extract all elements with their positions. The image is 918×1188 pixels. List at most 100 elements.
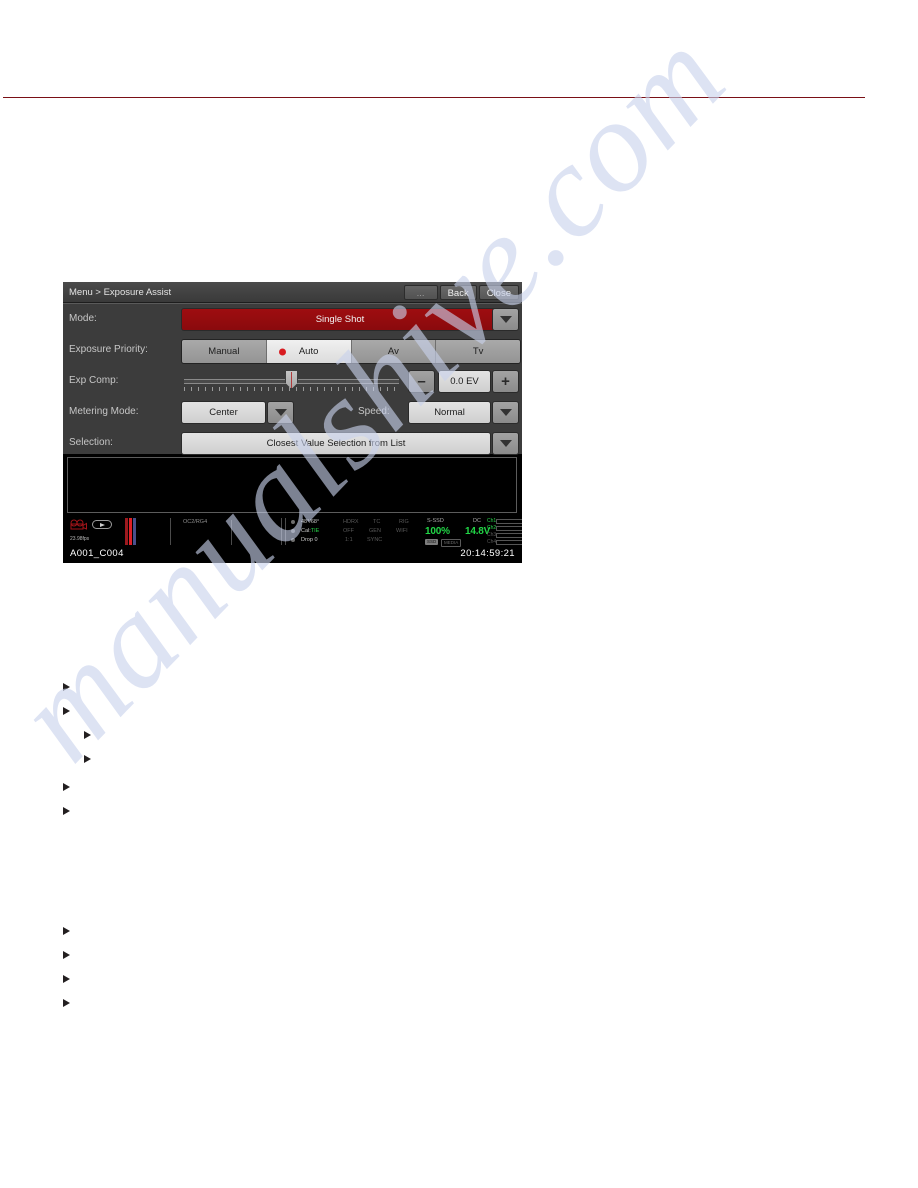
segment-auto-label: Auto — [298, 346, 319, 357]
segment-manual[interactable]: Manual — [182, 340, 267, 363]
audio-ch1-label: Ch1 — [487, 518, 497, 524]
mode-dropdown-button[interactable] — [492, 308, 519, 331]
audio-ch3-label: Ch3 — [487, 532, 497, 538]
indicator-dots — [291, 520, 295, 547]
timecode-label: TC — [373, 519, 381, 525]
segment-auto[interactable]: Auto — [266, 340, 352, 363]
indicator-dot — [291, 520, 295, 524]
row-exposure-priority: Exposure Priority: Manual Auto Av Tv — [63, 335, 522, 366]
speed-value[interactable]: Normal — [408, 401, 491, 424]
fps-value: 23.98fps — [70, 536, 90, 542]
metering-mode-label: Metering Mode: — [69, 406, 139, 417]
shutter-angle: 48°/68° — [301, 519, 320, 525]
audio-meters: Ch1 Ch2 Ch3 Ch4 — [487, 518, 522, 545]
camera-icon — [70, 519, 87, 530]
page-header-rule — [3, 97, 865, 98]
panel-header: Menu > Exposure Assist ... Back Close — [63, 282, 522, 303]
timecode-gen: GEN — [369, 528, 381, 534]
selection-value[interactable]: Closest Value Selection from List — [181, 432, 491, 455]
selection-dropdown-button[interactable] — [492, 432, 519, 455]
speed-label: Speed: — [358, 406, 390, 417]
metering-mode-dropdown-button[interactable] — [267, 401, 294, 424]
chevron-down-icon — [499, 316, 512, 323]
cal-status: Cal:TIE — [301, 528, 320, 535]
bullet-marker-level-1 — [63, 951, 70, 959]
level-bar-red — [125, 518, 128, 545]
bullet-marker-level-2 — [84, 731, 91, 739]
mode-value-button[interactable]: Single Shot — [181, 308, 499, 331]
exposure-priority-label: Exposure Priority: — [69, 344, 148, 355]
status-divider — [231, 520, 232, 545]
media-label: OC2/RG4 — [183, 519, 208, 525]
exposure-assist-panel: Menu > Exposure Assist ... Back Close Mo… — [63, 282, 522, 563]
level-bar-blue — [133, 518, 136, 545]
media-type-label: S-SSD — [427, 518, 444, 524]
exp-comp-value: 0.0 EV — [438, 370, 491, 393]
hdrx-label: HDRX — [343, 519, 359, 525]
speed-dropdown-button[interactable] — [492, 401, 519, 424]
segment-av[interactable]: Av — [351, 340, 437, 363]
viewfinder: A001_C004 20:14:59:21 23.98fps OC2/RG4 4… — [63, 455, 522, 563]
close-button[interactable]: Close — [478, 285, 519, 300]
viewfinder-frame — [67, 457, 517, 513]
header-buttons: ... Back Close — [403, 285, 519, 300]
hdrx-ratio: 1:1 — [345, 537, 353, 543]
status-bar: 23.98fps OC2/RG4 48°/68° Cal:TIE Drop 0 … — [63, 517, 522, 547]
cal-label: Cal: — [301, 528, 311, 534]
selected-radio-icon — [278, 348, 286, 355]
wifi-label: WIFI — [396, 528, 408, 534]
level-bar-red-bright — [129, 518, 132, 545]
bullet-marker-level-1 — [63, 807, 70, 815]
cal-value: TIE — [310, 528, 320, 534]
mode-label: Mode: — [69, 313, 97, 324]
segment-tv[interactable]: Tv — [436, 340, 520, 363]
audio-ch4-label: Ch4 — [487, 539, 497, 545]
level-bars — [125, 518, 139, 545]
drop-frames: Drop 0 — [301, 537, 318, 543]
exposure-priority-segmented: Manual Auto Av Tv — [181, 339, 521, 364]
clip-name: A001_C004 — [70, 548, 124, 559]
status-divider — [281, 518, 282, 545]
chevron-down-icon — [499, 409, 512, 416]
status-grid: 48°/68° Cal:TIE Drop 0 HDRX OFF 1:1 TC G… — [301, 518, 490, 547]
indicator-dot — [291, 529, 295, 533]
playback-icon[interactable] — [92, 520, 112, 529]
breadcrumb: Menu > Exposure Assist — [69, 287, 172, 298]
panel-body: Mode: Single Shot Exposure Priority: Man… — [63, 303, 522, 455]
hdrx-state: OFF — [343, 528, 354, 534]
bullet-marker-level-1 — [63, 975, 70, 983]
chevron-down-icon — [274, 409, 287, 416]
bullet-marker-level-1 — [63, 683, 70, 691]
status-divider — [170, 518, 171, 545]
timecode-sync: SYNC — [367, 537, 383, 543]
bullet-marker-level-1 — [63, 783, 70, 791]
bullet-marker-level-1 — [63, 927, 70, 935]
metering-mode-value[interactable]: Center — [181, 401, 266, 424]
bullet-marker-level-1 — [63, 999, 70, 1007]
exp-comp-label: Exp Comp: — [69, 375, 119, 386]
row-metering-speed: Metering Mode: Center Speed: Normal — [63, 397, 522, 428]
chevron-down-icon — [499, 440, 512, 447]
record-cluster: 23.98fps — [68, 518, 126, 546]
media-chip-bar: MEDIA — [441, 539, 462, 547]
media-percent: 100% — [425, 526, 450, 537]
exp-comp-decrement-button[interactable]: – — [408, 370, 435, 393]
rig-label: RIG — [399, 519, 409, 525]
selection-label: Selection: — [69, 437, 113, 448]
media-chip-ssd: SSD — [425, 539, 439, 545]
timecode: 20:14:59:21 — [460, 548, 515, 559]
audio-ch2-label: Ch2 — [487, 525, 497, 531]
audio-meter-ticks — [496, 519, 522, 545]
bullet-marker-level-2 — [84, 755, 91, 763]
row-exp-comp: Exp Comp: – 0.0 EV + — [63, 366, 522, 397]
more-button[interactable]: ... — [403, 285, 438, 300]
power-label: DC — [473, 518, 481, 524]
indicator-dot — [291, 538, 295, 542]
status-divider — [285, 518, 286, 545]
exp-comp-increment-button[interactable]: + — [492, 370, 519, 393]
watermark: manualshive.com — [0, 0, 918, 1188]
bullet-marker-level-1 — [63, 707, 70, 715]
back-button[interactable]: Back — [439, 285, 477, 300]
row-mode: Mode: Single Shot — [63, 304, 522, 335]
exp-comp-slider[interactable] — [184, 370, 399, 393]
